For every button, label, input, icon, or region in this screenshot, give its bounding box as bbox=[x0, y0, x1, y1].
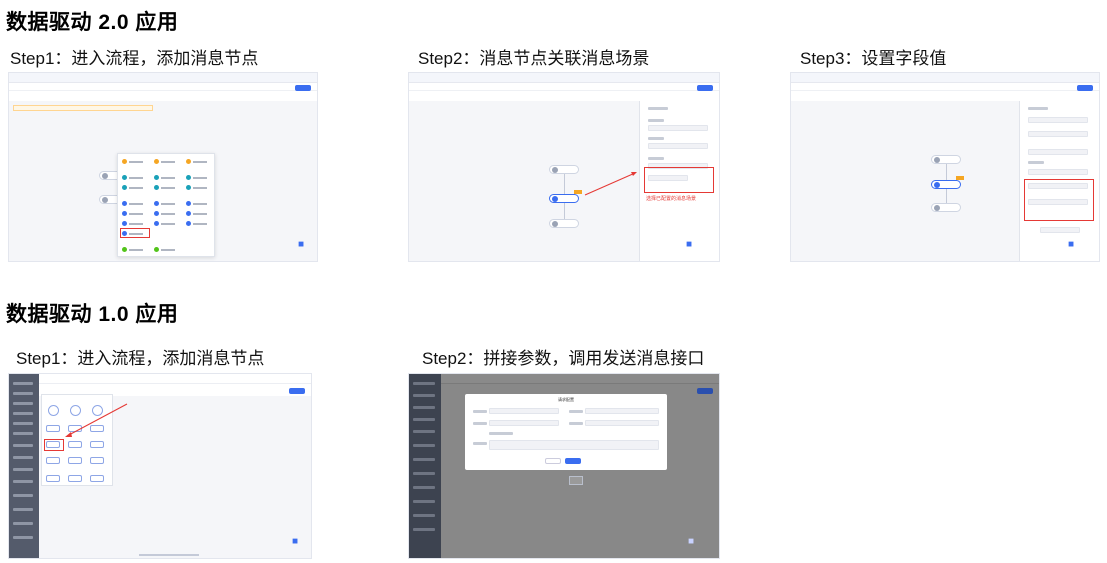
breadcrumb-bar bbox=[791, 83, 1099, 91]
save-button[interactable] bbox=[697, 388, 713, 394]
sidebar[interactable] bbox=[409, 374, 441, 558]
robot-icon[interactable]: ■ bbox=[681, 239, 697, 253]
robot-icon[interactable]: ■ bbox=[293, 239, 309, 253]
scrollbar[interactable] bbox=[139, 554, 199, 556]
step-title-v2-1: Step1：进入流程，添加消息节点 bbox=[10, 49, 259, 68]
robot-icon[interactable]: ■ bbox=[287, 536, 303, 550]
highlight-field-values bbox=[1024, 179, 1094, 221]
flow-node[interactable] bbox=[931, 155, 961, 164]
step-title-v2-2: Step2：消息节点关联消息场景 bbox=[418, 49, 650, 68]
modal-title: 请求配置 bbox=[558, 397, 574, 402]
red-arrow bbox=[584, 172, 637, 196]
screenshot-v1-step1: ■ bbox=[8, 373, 312, 559]
flow-canvas[interactable] bbox=[791, 101, 1019, 261]
step-title-v1-1: Step1：进入流程，添加消息节点 bbox=[16, 349, 265, 368]
cancel-button[interactable] bbox=[545, 458, 561, 464]
screenshot-v2-step2: 选择已配置的消息场景 ■ bbox=[408, 72, 720, 262]
section-title-v2: 数据驱动 2.0 应用 bbox=[6, 11, 179, 34]
connector bbox=[946, 164, 947, 180]
highlight-message-node bbox=[120, 228, 150, 238]
node-badge bbox=[956, 176, 964, 180]
node-type-menu[interactable] bbox=[117, 153, 215, 257]
save-button[interactable] bbox=[1077, 85, 1093, 91]
screenshot-v2-step3: ■ bbox=[790, 72, 1100, 262]
robot-icon[interactable]: ■ bbox=[1063, 239, 1079, 253]
section-title-v1: 数据驱动 1.0 应用 bbox=[6, 303, 179, 326]
screenshot-v2-step1: ■ bbox=[8, 72, 318, 262]
flow-node[interactable] bbox=[569, 476, 583, 485]
app-topbar bbox=[441, 374, 719, 384]
screenshot-v1-step2: 请求配置 ■ bbox=[408, 373, 720, 559]
connector bbox=[946, 189, 947, 203]
notice-bar bbox=[13, 105, 153, 111]
app-topbar bbox=[791, 73, 1099, 83]
confirm-button[interactable] bbox=[565, 458, 581, 464]
node-config-panel[interactable] bbox=[1019, 101, 1099, 261]
step-title-v1-2: Step2：拼接参数，调用发送消息接口 bbox=[422, 349, 705, 368]
add-field-button[interactable] bbox=[1040, 227, 1080, 233]
save-button[interactable] bbox=[295, 85, 311, 91]
request-config-modal[interactable]: 请求配置 bbox=[465, 394, 667, 470]
app-topbar bbox=[9, 73, 317, 83]
breadcrumb-bar bbox=[9, 83, 317, 91]
red-arrow bbox=[65, 403, 128, 437]
step-title-v2-3: Step3：设置字段值 bbox=[800, 49, 947, 68]
flow-node[interactable] bbox=[931, 203, 961, 212]
message-node[interactable] bbox=[931, 180, 961, 189]
robot-icon[interactable]: ■ bbox=[683, 536, 699, 550]
